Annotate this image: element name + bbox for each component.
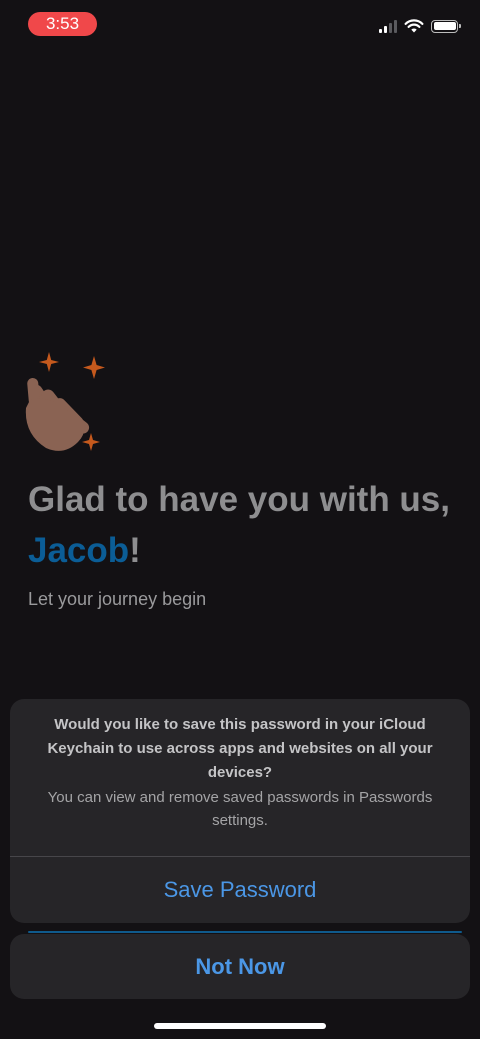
cellular-signal-icon xyxy=(379,19,397,33)
underlying-button-edge xyxy=(28,931,462,933)
battery-icon xyxy=(431,19,461,33)
screen: 3:53 Glad to have you with us, Jacob! Le… xyxy=(0,0,480,1039)
user-name: Jacob xyxy=(28,531,130,570)
save-password-note: You can view and remove saved passwords … xyxy=(47,789,433,829)
headline-text: Glad to have you with us, xyxy=(28,480,450,519)
status-bar: 3:53 xyxy=(0,0,480,50)
welcome-headline: Glad to have you with us, Jacob! xyxy=(28,474,458,576)
save-password-button[interactable]: Save Password xyxy=(10,857,470,923)
headline-exclamation: ! xyxy=(129,531,141,570)
not-now-button[interactable]: Not Now xyxy=(10,934,470,999)
waving-hand-icon xyxy=(25,352,105,451)
status-time[interactable]: 3:53 xyxy=(28,12,97,36)
save-password-sheet: Would you like to save this password in … xyxy=(10,699,470,923)
home-indicator[interactable] xyxy=(154,1023,326,1029)
welcome-subtitle: Let your journey begin xyxy=(28,589,207,609)
save-password-question: Would you like to save this password in … xyxy=(47,716,433,781)
wifi-icon xyxy=(404,19,424,33)
status-icons xyxy=(379,19,461,33)
